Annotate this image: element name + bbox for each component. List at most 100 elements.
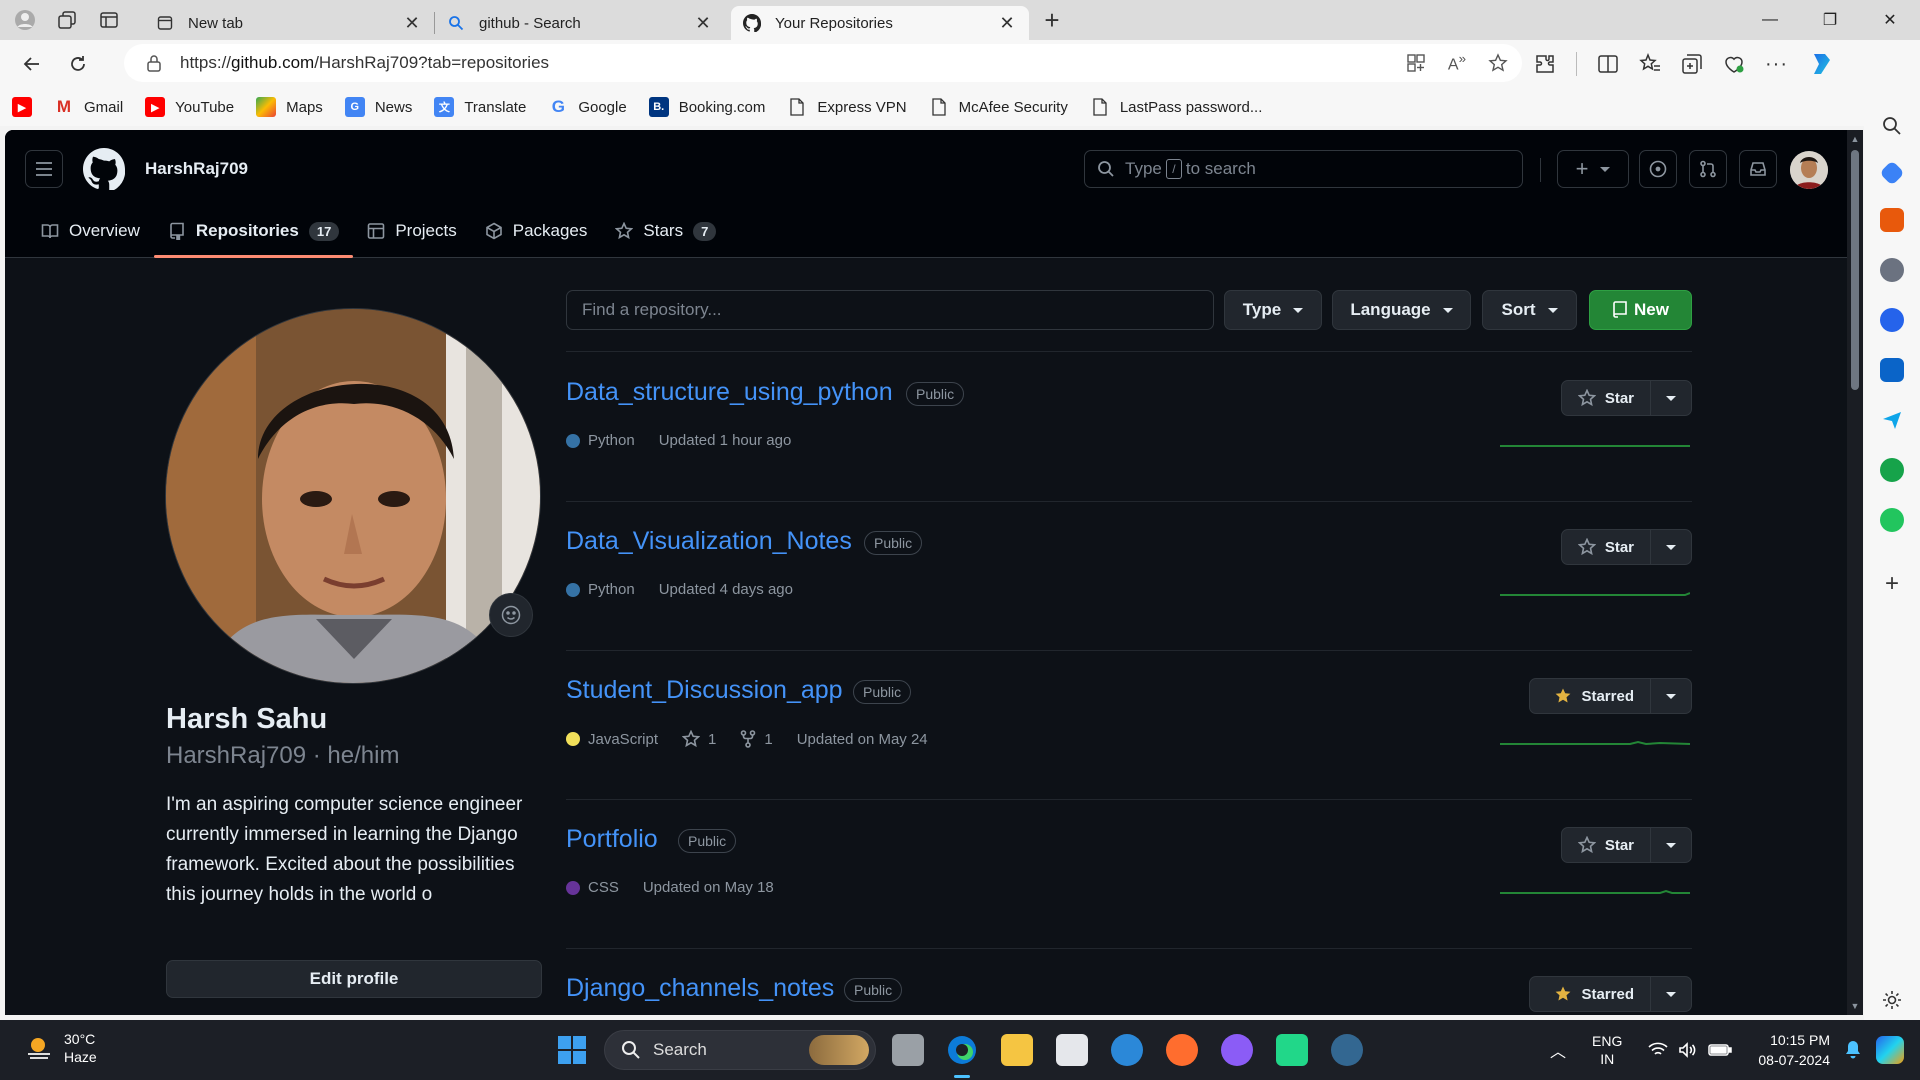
repo-name-link[interactable]: Data_structure_using_python: [566, 378, 893, 407]
bookmark-youtube[interactable]: ▶ YouTube: [145, 97, 234, 117]
send-icon[interactable]: [1880, 408, 1904, 432]
star-outline-icon[interactable]: [682, 730, 701, 748]
help-icon[interactable]: [1111, 1034, 1143, 1066]
star-button-main[interactable]: Star: [1562, 381, 1651, 415]
tab-repositories[interactable]: Repositories 17: [153, 205, 354, 258]
repo-name-link[interactable]: Data_Visualization_Notes: [566, 527, 852, 556]
read-aloud-icon[interactable]: A»: [1448, 51, 1466, 74]
star-list-dropdown[interactable]: [1651, 679, 1691, 713]
star-list-dropdown[interactable]: [1651, 381, 1691, 415]
bookmark-google[interactable]: G Google: [548, 97, 627, 117]
task-view-icon[interactable]: [892, 1034, 924, 1066]
repo-name-link[interactable]: Django_channels_notes: [566, 974, 834, 1003]
file-explorer-icon[interactable]: [1001, 1034, 1033, 1066]
tab-packages[interactable]: Packages: [471, 205, 602, 257]
games-icon[interactable]: [1880, 258, 1904, 282]
browser-tab-new-tab[interactable]: New tab ✕: [144, 6, 434, 40]
more-menu-icon[interactable]: ···: [1765, 53, 1788, 76]
battery-icon[interactable]: [1708, 1043, 1733, 1057]
starred-button[interactable]: Starred: [1529, 678, 1692, 714]
tab-overview[interactable]: Overview: [27, 205, 154, 257]
taskbar-search-box[interactable]: Search: [604, 1030, 876, 1070]
star-button[interactable]: Star: [1560, 827, 1692, 863]
star-button-main[interactable]: Star: [1562, 828, 1651, 862]
user-avatar[interactable]: [1790, 151, 1828, 189]
sort-dropdown[interactable]: Sort: [1482, 290, 1577, 330]
tools-icon[interactable]: [1880, 208, 1904, 232]
scroll-down-arrow-icon[interactable]: ▼: [1850, 1001, 1860, 1011]
header-username[interactable]: HarshRaj709: [145, 159, 248, 179]
repo-name-link[interactable]: Student_Discussion_app: [566, 676, 843, 705]
close-icon[interactable]: ✕: [402, 13, 422, 33]
new-repository-button[interactable]: New: [1589, 290, 1692, 330]
github-logo-icon[interactable]: [83, 148, 125, 190]
set-status-smiley-icon[interactable]: [489, 593, 533, 637]
issues-button[interactable]: [1639, 150, 1677, 188]
pycharm-icon[interactable]: [1276, 1034, 1308, 1066]
extensions-icon[interactable]: [1534, 53, 1556, 75]
collections-icon[interactable]: [1681, 53, 1703, 75]
bookmark-translate[interactable]: 文 Translate: [434, 97, 526, 117]
settings-gear-icon[interactable]: [1880, 988, 1904, 1012]
add-sidebar-app-icon[interactable]: +: [1880, 570, 1904, 597]
bookmark-mcafee[interactable]: McAfee Security: [929, 97, 1068, 117]
tab-stars[interactable]: Stars 7: [601, 205, 730, 257]
edit-profile-button[interactable]: Edit profile: [166, 960, 542, 998]
bookmark-booking[interactable]: B. Booking.com: [648, 97, 765, 117]
back-arrow-icon[interactable]: [14, 46, 50, 82]
spotify-icon[interactable]: [1880, 508, 1904, 532]
repo-name-link[interactable]: Portfolio: [566, 825, 658, 854]
close-icon[interactable]: ✕: [997, 13, 1017, 33]
split-screen-icon[interactable]: [1597, 53, 1619, 75]
find-repository-input[interactable]: Find a repository...: [566, 290, 1214, 330]
input-language[interactable]: ENG IN: [1592, 1032, 1622, 1068]
notification-bell-icon[interactable]: [1844, 1040, 1862, 1060]
inbox-button[interactable]: [1739, 150, 1777, 188]
copilot-taskbar-icon[interactable]: [1876, 1036, 1904, 1064]
new-tab-plus-icon[interactable]: +: [1035, 3, 1069, 37]
browser-tab-your-repositories[interactable]: Your Repositories ✕: [731, 6, 1029, 40]
workspaces-icon[interactable]: [50, 3, 84, 37]
star-list-dropdown[interactable]: [1651, 977, 1691, 1011]
wifi-icon[interactable]: [1648, 1042, 1668, 1058]
pull-requests-button[interactable]: [1689, 150, 1727, 188]
language-filter-dropdown[interactable]: Language: [1332, 290, 1471, 330]
search-input[interactable]: Type / to search: [1084, 150, 1523, 188]
copilot-icon[interactable]: [1808, 50, 1836, 78]
bookmark-lastpass[interactable]: LastPass password...: [1090, 97, 1262, 117]
volume-icon[interactable]: [1678, 1042, 1698, 1058]
weather-widget[interactable]: 30°C Haze: [24, 1030, 97, 1066]
minimize-icon[interactable]: —: [1740, 0, 1800, 40]
chevron-up-icon[interactable]: ︿: [1550, 1038, 1566, 1062]
close-icon[interactable]: ✕: [693, 13, 713, 33]
outlook-icon[interactable]: [1880, 358, 1904, 382]
tree-icon[interactable]: [1880, 458, 1904, 482]
repo-fork-count[interactable]: 1: [764, 731, 772, 748]
app-available-icon[interactable]: [1406, 53, 1426, 73]
bookmark-gmail[interactable]: M Gmail: [54, 97, 123, 117]
fork-icon[interactable]: [740, 730, 756, 748]
star-button-main[interactable]: Star: [1562, 530, 1651, 564]
hamburger-menu-icon[interactable]: [25, 150, 63, 188]
star-list-dropdown[interactable]: [1651, 530, 1691, 564]
bookmark-youtube-icon-only[interactable]: ▶: [12, 97, 32, 117]
star-button-main[interactable]: Starred: [1530, 679, 1651, 713]
bookmark-express-vpn[interactable]: Express VPN: [787, 97, 907, 117]
shopping-tag-icon[interactable]: [1879, 160, 1905, 186]
refresh-icon[interactable]: [60, 46, 96, 82]
scrollbar-thumb[interactable]: [1851, 150, 1859, 390]
restore-icon[interactable]: ❐: [1800, 0, 1860, 40]
star-button[interactable]: Star: [1560, 380, 1692, 416]
star-button-main[interactable]: Starred: [1530, 977, 1651, 1011]
favorite-star-icon[interactable]: [1488, 53, 1508, 73]
clock[interactable]: 10:15 PM 08-07-2024: [1758, 1030, 1830, 1070]
windows-start-icon[interactable]: [556, 1034, 588, 1066]
page-scrollbar[interactable]: ▲ ▼: [1847, 130, 1863, 1015]
star-button[interactable]: Star: [1560, 529, 1692, 565]
firefox-icon[interactable]: [1166, 1034, 1198, 1066]
scroll-up-arrow-icon[interactable]: ▲: [1850, 134, 1860, 144]
microsoft365-icon[interactable]: [1880, 308, 1904, 332]
tab-actions-icon[interactable]: [92, 3, 126, 37]
profile-icon[interactable]: [8, 3, 42, 37]
star-list-dropdown[interactable]: [1651, 828, 1691, 862]
